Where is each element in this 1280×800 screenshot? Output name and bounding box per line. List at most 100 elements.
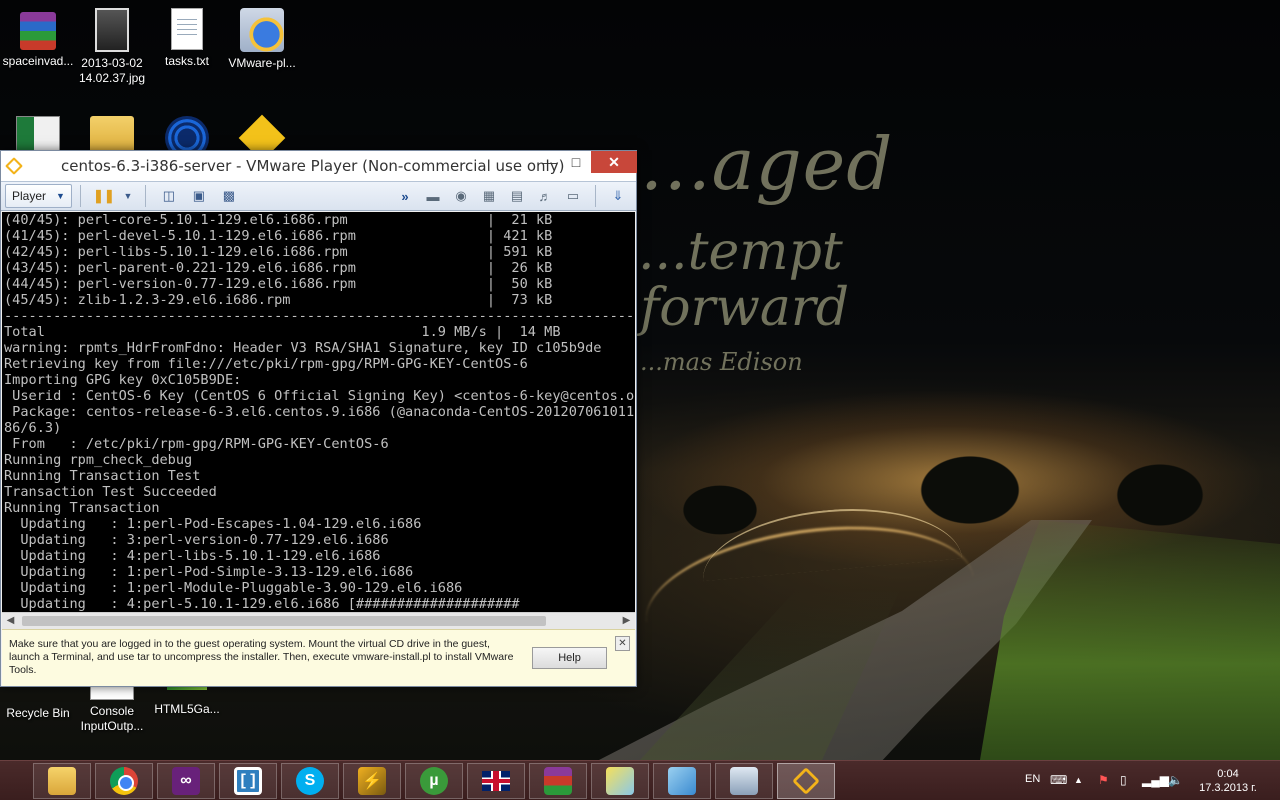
desktop-icon-html5game[interactable]: HTML5Ga... xyxy=(149,686,225,717)
clock-date: 17.3.2013 г. xyxy=(1199,782,1257,794)
terminal-line: (45/45): zlib-1.2.3-29.el6.i686.rpm | 73… xyxy=(4,292,594,308)
terminal-line: warning: rpmts_HdrFromFdno: Header V3 RS… xyxy=(4,340,602,356)
close-icon[interactable]: ✕ xyxy=(615,636,630,651)
desktop-icon-label: 2013-03-02 14.02.37.jpg xyxy=(78,56,146,85)
hard-disk-icon[interactable]: ▬ xyxy=(422,185,444,207)
terminal-line: (44/45): perl-version-0.77-129.el6.i686.… xyxy=(4,276,594,292)
taskbar-app-winamp[interactable]: ⚡ xyxy=(343,763,401,799)
guest-console[interactable]: (40/45): perl-core-5.10.1-129.el6.i686.r… xyxy=(2,212,635,612)
taskbar-app-utorrent[interactable]: µ xyxy=(405,763,463,799)
power-icon[interactable]: ▯ xyxy=(1120,773,1127,787)
toolbar-divider xyxy=(144,185,146,207)
sticky-notes-icon xyxy=(606,767,634,795)
winrar-icon xyxy=(544,767,572,795)
network-icon[interactable]: ▤ xyxy=(506,185,528,207)
taskbar-app-vmware-player[interactable] xyxy=(777,763,835,799)
toolbar-divider xyxy=(79,185,81,207)
taskbar-app-brackets[interactable]: [ ] xyxy=(219,763,277,799)
wallpaper-quote-line: ...mas Edison xyxy=(640,348,803,376)
wallpaper-quote-line: ...tempt xyxy=(638,222,843,282)
taskbar: ∞ [ ] S ⚡ µ EN ⌨ ▲ ⚑ ▯ ▂▄▆ 🔈 0:04 17.3.2… xyxy=(0,760,1280,800)
volume-icon[interactable]: 🔈 xyxy=(1168,773,1183,787)
terminal-line: Package: centos-release-6-3.el6.centos.9… xyxy=(4,404,635,420)
terminal-line: Updating : 1:perl-Pod-Escapes-1.04-129.e… xyxy=(4,516,422,532)
scrollbar-thumb[interactable] xyxy=(22,616,546,626)
show-hidden-icons-icon[interactable]: ▲ xyxy=(1074,775,1083,785)
taskbar-app-visual-studio[interactable]: ∞ xyxy=(157,763,215,799)
terminal-line: Updating : 4:perl-5.10.1-129.el6.i686 [#… xyxy=(4,596,520,612)
cd-dvd-icon[interactable]: ◉ xyxy=(450,185,472,207)
taskbar-app-chrome[interactable] xyxy=(95,763,153,799)
taskbar-app-sticky-notes[interactable] xyxy=(591,763,649,799)
clock-time: 0:04 xyxy=(1217,768,1239,780)
terminal-line: (40/45): perl-core-5.10.1-129.el6.i686.r… xyxy=(4,212,594,228)
taskbar-app-winrar[interactable] xyxy=(529,763,587,799)
player-menu-label: Player xyxy=(12,189,47,203)
vmware-tools-infobar: Make sure that you are logged in to the … xyxy=(2,629,635,686)
vmware-player-icon xyxy=(5,157,23,175)
messages-icon[interactable]: ⇓ xyxy=(607,185,629,207)
taskbar-app-explorer[interactable] xyxy=(33,763,91,799)
input-language-indicator[interactable]: EN xyxy=(1025,773,1040,785)
vmware-player-window: centos-6.3-i386-server - VMware Player (… xyxy=(0,150,637,687)
usb-icon[interactable]: ▭ xyxy=(562,185,584,207)
clock[interactable]: 0:04 17.3.2013 г. xyxy=(1188,767,1268,795)
device-toolbar: » ▬ ◉ ▦ ▤ ♬ ▭ ⇓ xyxy=(391,185,632,207)
floppy-icon[interactable]: ▦ xyxy=(478,185,500,207)
keyboard-icon[interactable]: ⌨ xyxy=(1050,773,1067,787)
fullscreen-icon[interactable]: ▣ xyxy=(188,185,210,207)
minimize-button[interactable]: — xyxy=(537,151,563,173)
window-titlebar[interactable]: centos-6.3-i386-server - VMware Player (… xyxy=(1,151,637,181)
uk-flag-icon xyxy=(482,771,510,791)
system-tray: EN ⌨ ▲ ⚑ ▯ ▂▄▆ 🔈 0:04 17.3.2013 г. xyxy=(1020,761,1280,800)
file-explorer-icon xyxy=(48,767,76,795)
help-button[interactable]: Help xyxy=(532,647,607,669)
utorrent-icon: µ xyxy=(420,767,448,795)
desktop-icon-label: tasks.txt xyxy=(164,54,209,68)
window-title: centos-6.3-i386-server - VMware Player (… xyxy=(61,157,565,175)
infobar-message: Make sure that you are logged in to the … xyxy=(9,638,514,676)
desktop-icon-photo[interactable]: 2013-03-02 14.02.37.jpg xyxy=(74,8,150,86)
scroll-left-icon[interactable]: ◀ xyxy=(2,613,19,629)
vmware-installer-icon xyxy=(240,8,284,52)
terminal-line: Total 1.9 MB/s | 14 MB xyxy=(4,324,602,340)
desktop-icon-label: spaceinvad... xyxy=(2,54,74,68)
remote-desktop-icon xyxy=(730,767,758,795)
terminal-line: Running Transaction xyxy=(4,500,160,516)
horizontal-scrollbar[interactable]: ◀ ▶ xyxy=(2,612,635,629)
terminal-line: Userid : CentOS-6 Key (CentOS 6 Official… xyxy=(4,388,635,404)
desktop-icon-console[interactable]: Console InputOutp... xyxy=(74,686,150,734)
maximize-button[interactable]: □ xyxy=(563,151,589,173)
taskbar-app-document[interactable] xyxy=(653,763,711,799)
taskbar-app-language[interactable] xyxy=(467,763,525,799)
desktop-icon-spaceinvaders[interactable]: spaceinvad... xyxy=(0,8,76,69)
network-signal-icon[interactable]: ▂▄▆ xyxy=(1142,773,1169,787)
scroll-right-icon[interactable]: ▶ xyxy=(618,613,635,629)
chevron-down-icon[interactable]: ▼ xyxy=(123,185,133,207)
send-ctrl-alt-del-icon[interactable]: ◫ xyxy=(158,185,180,207)
terminal-line: Updating : 1:perl-Pod-Simple-3.13-129.el… xyxy=(4,564,414,580)
sound-icon[interactable]: ♬ xyxy=(534,185,556,207)
desktop-icon-label: VMware-pl... xyxy=(228,56,296,70)
pause-icon[interactable]: ❚❚ xyxy=(93,185,115,207)
close-button[interactable]: ✕ xyxy=(591,151,637,173)
action-center-flag-icon[interactable]: ⚑ xyxy=(1098,773,1109,787)
player-menu-button[interactable]: Player ▼ xyxy=(5,184,72,208)
desktop-icon-label: Console InputOutp... xyxy=(80,704,144,733)
terminal-line: (42/45): perl-libs-5.10.1-129.el6.i686.r… xyxy=(4,244,594,260)
taskbar-app-remote-desktop[interactable] xyxy=(715,763,773,799)
unity-icon[interactable]: ▩ xyxy=(218,185,240,207)
wallpaper-quote-line: ...aged xyxy=(640,122,894,206)
terminal-line: From : /etc/pki/rpm-gpg/RPM-GPG-KEY-Cent… xyxy=(4,436,389,452)
desktop-icon-recycle-bin[interactable]: Recycle Bin xyxy=(0,686,76,721)
terminal-line: (43/45): perl-parent-0.221-129.el6.i686.… xyxy=(4,260,594,276)
desktop-icon-tasks[interactable]: tasks.txt xyxy=(149,8,225,69)
desktop-icon-vmware-installer[interactable]: VMware-pl... xyxy=(224,8,300,71)
taskbar-app-skype[interactable]: S xyxy=(281,763,339,799)
winamp-icon: ⚡ xyxy=(358,767,386,795)
more-icon[interactable]: » xyxy=(394,185,416,207)
vmware-player-icon xyxy=(792,767,820,795)
desktop-icon-label: HTML5Ga... xyxy=(154,702,220,716)
terminal-line: Running rpm_check_debug xyxy=(4,452,193,468)
chrome-icon xyxy=(110,767,138,795)
